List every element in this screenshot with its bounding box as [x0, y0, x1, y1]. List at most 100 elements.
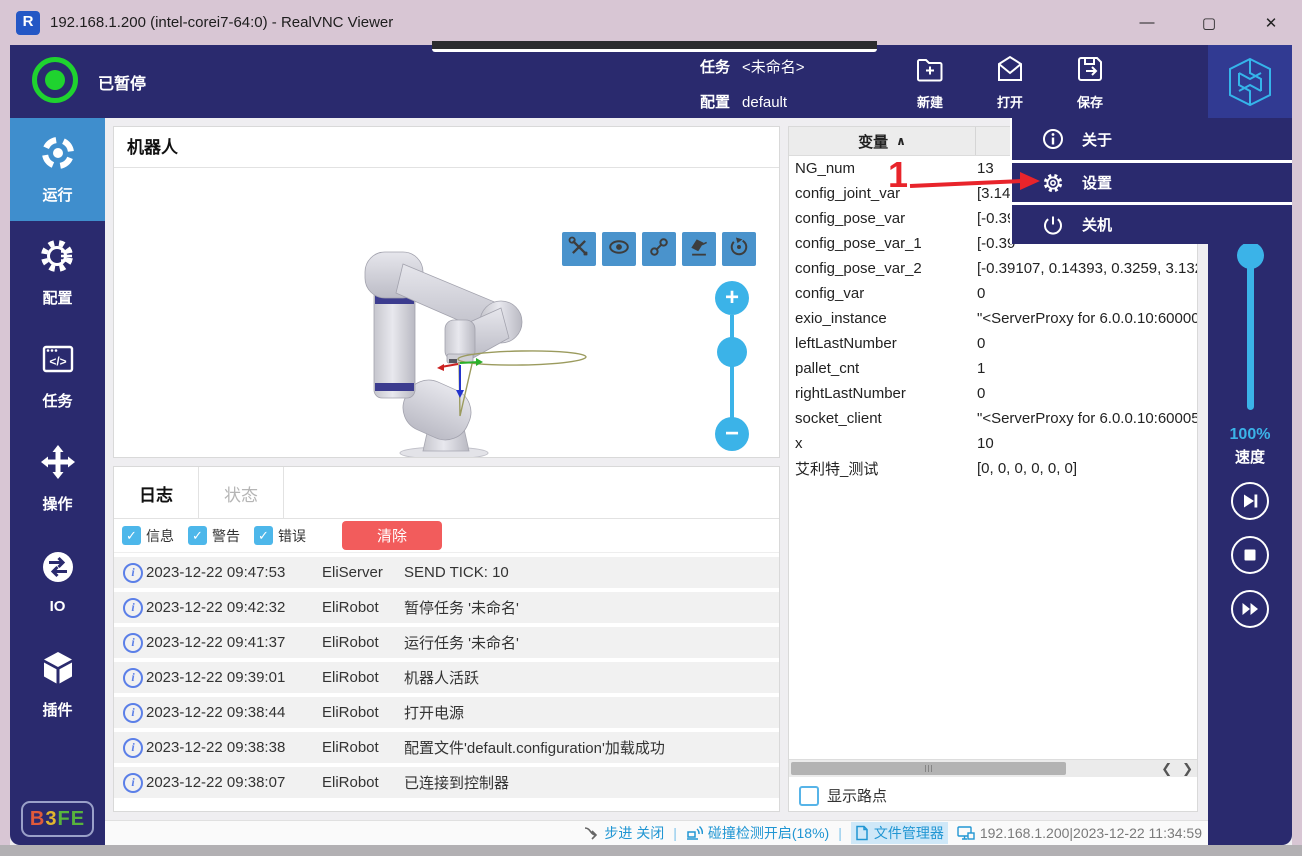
elite-logo-icon — [1227, 56, 1273, 108]
log-row[interactable]: i2023-12-22 09:38:38EliRobot配置文件'default… — [114, 732, 779, 763]
variable-row[interactable]: x10 — [789, 431, 1197, 456]
robot-3d-view[interactable]: + − — [114, 169, 779, 457]
minimize-button[interactable]: — — [1116, 0, 1178, 45]
eye-icon — [606, 234, 632, 265]
zoom-in-button[interactable]: + — [715, 281, 749, 315]
variable-name: x — [789, 435, 973, 452]
filter-label: 信息 — [146, 526, 174, 546]
zoom-slider-track[interactable] — [730, 315, 734, 419]
connection-status-item: 192.168.1.200|2023-12-22 11:34:59 — [957, 825, 1202, 841]
scroll-right-icon[interactable]: ❯ — [1182, 761, 1193, 777]
variable-value: 13 — [973, 160, 994, 177]
log-row[interactable]: i2023-12-22 09:39:01EliRobot机器人活跃 — [114, 662, 779, 693]
robot-toolbar-rotate-icon[interactable] — [722, 232, 756, 266]
collapse-caret-icon[interactable]: ∧ — [896, 134, 906, 148]
maximize-button[interactable]: ▢ — [1178, 0, 1240, 45]
log-row[interactable]: i2023-12-22 09:38:07EliRobot已连接到控制器 — [114, 767, 779, 798]
robot-toolbar-eraser-icon[interactable] — [682, 232, 716, 266]
scroll-left-icon[interactable]: ❮ — [1161, 761, 1172, 777]
robot-toolbar-path-icon[interactable] — [642, 232, 676, 266]
show-waypoints-checkbox[interactable] — [799, 786, 819, 806]
robot-toolbar-eye-icon[interactable] — [602, 232, 636, 266]
topbar-button-新建[interactable]: 新建 — [890, 45, 970, 118]
task-label: 任务 — [700, 59, 730, 76]
variable-row[interactable]: config_pose_var_2[-0.39107, 0.14393, 0.3… — [789, 256, 1197, 281]
sidebar-item-配置[interactable]: 配置 — [10, 221, 105, 324]
topbar-button-保存[interactable]: 保存 — [1050, 45, 1130, 118]
close-button[interactable]: ✕ — [1240, 0, 1302, 45]
log-time: 2023-12-22 09:38:38 — [146, 739, 322, 756]
robot-status-icon — [32, 57, 78, 103]
variable-row[interactable]: config_var0 — [789, 281, 1197, 306]
sidebar-item-label: 操作 — [42, 493, 72, 514]
zoom-out-button[interactable]: − — [715, 417, 749, 451]
playback-fast-forward-icon[interactable] — [1231, 590, 1269, 628]
realvnc-logo-icon: R — [16, 11, 40, 35]
show-waypoints-row[interactable]: 显示路点 — [799, 785, 887, 806]
variable-name: config_var — [789, 285, 973, 302]
tab-状态[interactable]: 状态 — [199, 467, 284, 519]
variable-row[interactable]: leftLastNumber0 — [789, 331, 1197, 356]
menu-item-关机[interactable]: 关机 — [1012, 202, 1292, 244]
variable-value: "<ServerProxy for 6.0.0.10:60000, — [973, 310, 1197, 327]
top-actions: 新建打开保存 — [890, 45, 1130, 118]
sidebar-item-label: 任务 — [42, 390, 72, 411]
log-time: 2023-12-22 09:39:01 — [146, 669, 322, 686]
b3fe-letter: F — [58, 808, 71, 831]
checkbox-checked-icon[interactable]: ✓ — [254, 526, 273, 545]
topbar-button-打开[interactable]: 打开 — [970, 45, 1050, 118]
variables-hscrollbar[interactable]: ❮ ❯ — [789, 759, 1197, 777]
variable-row[interactable]: rightLastNumber0 — [789, 381, 1197, 406]
clear-log-button[interactable]: 清除 — [342, 521, 442, 550]
app-menu-button[interactable] — [1208, 45, 1292, 118]
window-frame-bottom — [0, 845, 1302, 856]
robot-view-toolbar — [562, 232, 756, 266]
collision-icon — [686, 825, 703, 841]
log-time: 2023-12-22 09:38:44 — [146, 704, 322, 721]
statusbar: 步进 关闭 | 碰撞检测开启(18%) | 文件管理器 192.168.1.20… — [105, 820, 1208, 845]
sidebar-item-运行[interactable]: 运行 — [10, 118, 105, 221]
b3fe-letter: B — [30, 808, 45, 831]
filter-错误[interactable]: ✓错误 — [254, 526, 306, 546]
tab-日志[interactable]: 日志 — [114, 467, 199, 519]
log-row[interactable]: i2023-12-22 09:41:37EliRobot运行任务 '未命名' — [114, 627, 779, 658]
checkbox-checked-icon[interactable]: ✓ — [122, 526, 141, 545]
collision-detection-item[interactable]: 碰撞检测开启(18%) — [686, 823, 829, 843]
run-target-icon — [39, 134, 77, 177]
menu-item-关于[interactable]: 关于 — [1012, 118, 1292, 160]
variable-row[interactable]: exio_instance"<ServerProxy for 6.0.0.10:… — [789, 306, 1197, 331]
statusbar-separator: | — [673, 825, 677, 841]
vnc-toolbar-strip[interactable] — [432, 41, 877, 52]
menu-item-设置[interactable]: 设置 — [1012, 160, 1292, 202]
variable-row[interactable]: socket_client"<ServerProxy for 6.0.0.10:… — [789, 406, 1197, 431]
speed-slider-track[interactable] — [1247, 254, 1254, 410]
svg-text:</>: </> — [49, 355, 66, 369]
variable-name: rightLastNumber — [789, 385, 973, 402]
sidebar-item-IO[interactable]: IO — [10, 530, 105, 633]
log-row[interactable]: i2023-12-22 09:42:32EliRobot暂停任务 '未命名' — [114, 592, 779, 623]
speed-label: 速度 — [1208, 446, 1292, 467]
sidebar-item-任务[interactable]: </> 任务 — [10, 324, 105, 427]
sidebar-item-操作[interactable]: 操作 — [10, 427, 105, 530]
screen: R 192.168.1.200 (intel-corei7-64:0) - Re… — [0, 0, 1302, 856]
variable-row[interactable]: pallet_cnt1 — [789, 356, 1197, 381]
playback-skip-to-end-icon[interactable] — [1231, 482, 1269, 520]
step-mode-item[interactable]: 步进 关闭 — [583, 823, 664, 843]
log-row[interactable]: i2023-12-22 09:38:44EliRobot打开电源 — [114, 697, 779, 728]
variable-row[interactable]: 艾利特_测试[0, 0, 0, 0, 0, 0] — [789, 456, 1197, 481]
playback-stop-icon[interactable] — [1231, 536, 1269, 574]
variable-name: config_joint_var — [789, 185, 973, 202]
filter-警告[interactable]: ✓警告 — [188, 526, 240, 546]
zoom-slider-thumb[interactable] — [717, 337, 747, 367]
filter-信息[interactable]: ✓ 信息 — [122, 526, 174, 546]
task-value[interactable]: <未命名> — [742, 59, 805, 76]
sidebar-item-插件[interactable]: 插件 — [10, 633, 105, 736]
scrollbar-thumb[interactable] — [791, 762, 1066, 775]
file-manager-item[interactable]: 文件管理器 — [851, 822, 948, 844]
config-value[interactable]: default — [742, 94, 787, 111]
robot-toolbar-tools-icon[interactable] — [562, 232, 596, 266]
log-row[interactable]: i2023-12-22 09:47:53EliServerSEND TICK: … — [114, 557, 779, 588]
checkbox-checked-icon[interactable]: ✓ — [188, 526, 207, 545]
task-code-icon: </> — [39, 340, 77, 383]
fast-forward-icon — [1240, 599, 1260, 619]
